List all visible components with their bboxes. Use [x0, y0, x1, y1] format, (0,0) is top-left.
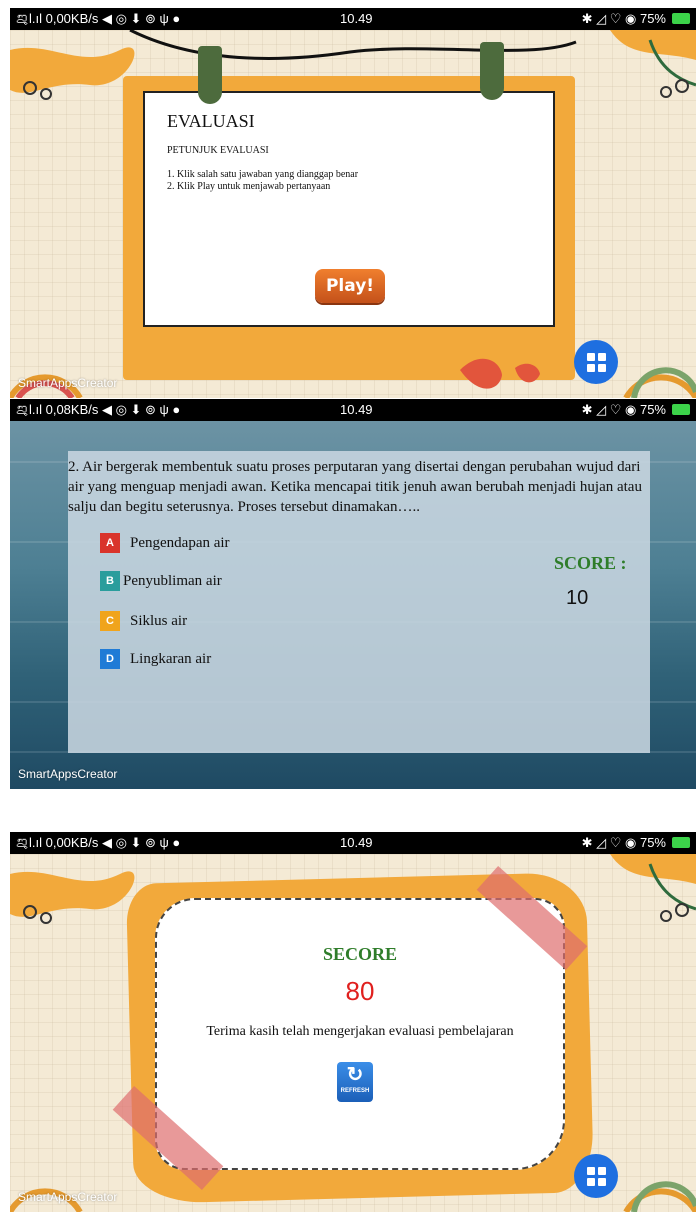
battery-icon — [672, 837, 690, 848]
clothespin-icon — [480, 42, 504, 100]
status-time: 10.49 — [340, 402, 373, 417]
watermark: SmartAppsCreator — [18, 1190, 118, 1204]
page-title: EVALUASI — [167, 111, 255, 131]
status-left: ࡡl.ıl 0,08KB/s ◀ ◎ ⬇ ⊚ ψ ● — [16, 402, 181, 417]
status-bar: ࡡl.ıl 0,08KB/s ◀ ◎ ⬇ ⊚ ψ ● 10.49 ✱ ◿ ♡ ◉… — [10, 399, 696, 421]
instruction-heading: PETUNJUK EVALUASI — [167, 145, 269, 156]
score-value: 10 — [566, 587, 589, 609]
clothespin-icon — [198, 46, 222, 104]
heart-decoration — [460, 358, 502, 389]
circle-decoration — [40, 88, 52, 100]
score-label: SCORE : — [554, 553, 627, 573]
grid-icon — [586, 352, 606, 372]
status-time: 10.49 — [340, 11, 373, 26]
status-time: 10.49 — [340, 835, 373, 850]
option-letter: D — [100, 649, 120, 669]
question-text: 2. Air bergerak membentuk suatu proses p… — [68, 459, 642, 515]
screen-evaluation-intro: ࡡl.ıl 0,00KB/s ◀ ◎ ⬇ ⊚ ψ ● 10.49 ✱ ◿ ♡ ◉… — [10, 8, 696, 398]
blob-decoration — [10, 47, 135, 93]
menu-button[interactable] — [574, 1154, 618, 1198]
refresh-button[interactable]: ↻ REFRESH — [337, 1062, 373, 1102]
question-panel: 2. Air bergerak membentuk suatu proses p… — [68, 451, 650, 753]
status-bar: ࡡl.ıl 0,00KB/s ◀ ◎ ⬇ ⊚ ψ ● 10.49 ✱ ◿ ♡ ◉… — [10, 8, 696, 30]
option-a[interactable]: A Pengendapan air — [100, 533, 230, 553]
status-left: ࡡl.ıl 0,00KB/s ◀ ◎ ⬇ ⊚ ψ ● — [16, 11, 181, 26]
option-letter: C — [100, 611, 120, 631]
option-c[interactable]: C Siklus air — [100, 611, 187, 631]
circle-decoration — [675, 903, 689, 917]
option-letter: A — [100, 533, 120, 553]
option-b[interactable]: B Penyubliman air — [100, 571, 222, 591]
screen-question: ࡡl.ıl 0,08KB/s ◀ ◎ ⬇ ⊚ ψ ● 10.49 ✱ ◿ ♡ ◉… — [10, 399, 696, 789]
option-text: Pengendapan air — [130, 534, 230, 551]
status-left: ࡡl.ıl 0,00KB/s ◀ ◎ ⬇ ⊚ ψ ● — [16, 835, 181, 850]
thanks-message: Terima kasih telah mengerjakan evaluasi … — [206, 1024, 514, 1039]
score-title: SECORE — [322, 944, 398, 964]
blob-decoration — [10, 871, 135, 917]
watermark: SmartAppsCreator — [18, 767, 118, 781]
option-text: Lingkaran air — [130, 650, 212, 667]
final-score: 80 — [345, 976, 375, 1006]
circle-decoration — [660, 910, 672, 922]
screen-result: ࡡl.ıl 0,00KB/s ◀ ◎ ⬇ ⊚ ψ ● 10.49 ✱ ◿ ♡ ◉… — [10, 832, 696, 1212]
heart-decoration — [515, 363, 540, 383]
battery-icon — [672, 13, 690, 24]
menu-button[interactable] — [574, 340, 618, 384]
circle-decoration — [660, 86, 672, 98]
status-right: ✱ ◿ ♡ ◉ 75% — [581, 11, 666, 26]
watermark: SmartAppsCreator — [18, 376, 118, 390]
refresh-icon: ↻ — [346, 1064, 364, 1086]
option-text: Siklus air — [130, 612, 188, 629]
grid-icon — [586, 1166, 606, 1186]
status-bar: ࡡl.ıl 0,00KB/s ◀ ◎ ⬇ ⊚ ψ ● 10.49 ✱ ◿ ♡ ◉… — [10, 832, 696, 854]
instruction-step: 2. Klik Play untuk menjawab pertanyaan — [167, 181, 331, 192]
circle-decoration — [40, 912, 52, 924]
instruction-step: 1. Klik salah satu jawaban yang dianggap… — [167, 169, 359, 180]
status-right: ✱ ◿ ♡ ◉ 75% — [581, 402, 666, 417]
string-decoration — [129, 30, 577, 60]
circle-decoration — [675, 79, 689, 93]
option-d[interactable]: D Lingkaran air — [100, 649, 211, 669]
status-right: ✱ ◿ ♡ ◉ 75% — [581, 835, 666, 850]
battery-icon — [672, 404, 690, 415]
instruction-panel: EVALUASI PETUNJUK EVALUASI 1. Klik salah… — [143, 91, 555, 327]
play-button[interactable]: Play! — [315, 269, 385, 303]
refresh-label: REFRESH — [340, 1088, 370, 1094]
result-card: SECORE 80 Terima kasih telah mengerjakan… — [155, 898, 565, 1170]
option-text: Penyubliman air — [123, 572, 222, 589]
option-letter: B — [100, 571, 120, 591]
